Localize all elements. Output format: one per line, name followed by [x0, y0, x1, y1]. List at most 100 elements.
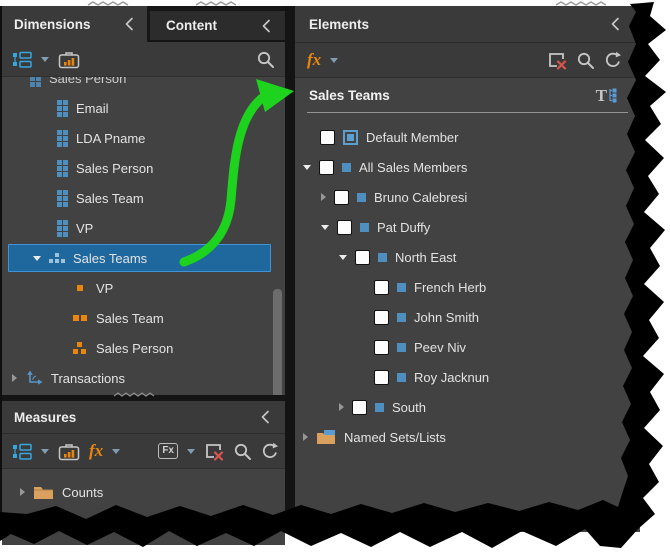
tree-view-icon[interactable] — [12, 51, 32, 68]
tab-content[interactable]: Content — [150, 11, 285, 42]
member-checkbox[interactable] — [374, 280, 389, 295]
collapse-chevron-icon[interactable] — [261, 410, 270, 424]
expanded-caret-icon[interactable] — [321, 225, 329, 230]
fx-folder-dropdown-icon[interactable] — [187, 449, 195, 454]
partially-visible-item[interactable]: Sales Person — [2, 77, 285, 93]
tree-item-lda-pname[interactable]: LDA Pname — [2, 123, 285, 153]
member-row-john-smith[interactable]: John Smith — [295, 302, 640, 332]
member-icon — [360, 223, 369, 232]
tree-item-named-sets-lists[interactable]: Named Sets/Lists — [295, 422, 640, 452]
member-row-roy-jacknun[interactable]: Roy Jacknun — [295, 362, 640, 392]
measures-toolbar: fx Fx — [2, 434, 285, 469]
collapse-chevron-icon[interactable] — [262, 19, 271, 33]
folder-icon — [33, 515, 54, 530]
dimensions-toolbar — [2, 42, 285, 77]
panel-separator — [2, 395, 285, 401]
tree-view-icon[interactable] — [12, 443, 32, 460]
elements-panel: Elements fx Sales Teams T — [295, 6, 640, 532]
clear-selection-icon[interactable] — [204, 442, 224, 461]
search-icon[interactable] — [576, 51, 595, 70]
collapsed-caret-icon[interactable] — [321, 193, 326, 201]
fx-formula-icon[interactable]: fx — [307, 51, 321, 68]
elements-toolbar: fx — [295, 43, 640, 78]
expanded-caret-icon[interactable] — [303, 165, 311, 170]
collapse-chevron-icon[interactable] — [125, 17, 134, 31]
member-icon — [397, 313, 406, 322]
elements-title: Elements — [309, 17, 369, 32]
member-checkbox[interactable] — [337, 220, 352, 235]
measures-folder-financials[interactable]: Financials — [2, 507, 285, 537]
measures-title: Measures — [14, 410, 76, 425]
panel-divider[interactable] — [285, 6, 295, 532]
member-checkbox[interactable] — [320, 130, 335, 145]
collapsed-caret-icon[interactable] — [20, 518, 25, 526]
attribute-icon — [57, 100, 68, 117]
member-checkbox[interactable] — [352, 400, 367, 415]
refresh-icon[interactable] — [261, 442, 279, 460]
member-checkbox[interactable] — [374, 370, 389, 385]
member-checkbox[interactable] — [374, 310, 389, 325]
collapsed-caret-icon[interactable] — [303, 433, 308, 441]
tree-item-level-sales-person[interactable]: Sales Person — [2, 333, 285, 363]
member-icon — [397, 373, 406, 382]
collapsed-caret-icon[interactable] — [12, 374, 17, 382]
member-row-peev-niv[interactable]: Peev Niv — [295, 332, 640, 362]
attribute-icon — [57, 220, 68, 237]
member-icon — [357, 193, 366, 202]
tree-item-level-vp[interactable]: VP — [2, 273, 285, 303]
level-icon — [72, 285, 88, 291]
measures-header: Measures — [2, 401, 285, 434]
tree-item-sales-teams-selected[interactable]: Sales Teams — [8, 244, 271, 272]
tree-item-vp[interactable]: VP — [2, 213, 285, 243]
member-icon — [397, 283, 406, 292]
expanded-caret-icon[interactable] — [339, 255, 347, 260]
fx-folder-icon[interactable]: Fx — [158, 443, 178, 459]
tree-view-dropdown-icon[interactable] — [41, 57, 49, 62]
tab-dimensions[interactable]: Dimensions — [2, 6, 147, 42]
left-panel: Dimensions Content — [0, 6, 285, 532]
member-row-default-member[interactable]: Default Member — [295, 122, 640, 152]
collapsed-caret-icon[interactable] — [339, 403, 344, 411]
panel-tabs: Dimensions Content — [2, 6, 285, 42]
search-icon[interactable] — [256, 50, 275, 69]
member-row-south[interactable]: South — [295, 392, 640, 422]
member-checkbox[interactable] — [374, 340, 389, 355]
member-row-pat-duffy[interactable]: Pat Duffy — [295, 212, 640, 242]
tree-item-sales-person[interactable]: Sales Person — [2, 153, 285, 183]
search-icon[interactable] — [233, 442, 252, 461]
hierarchy-icon — [49, 253, 65, 263]
member-row-all-sales-members[interactable]: All Sales Members — [295, 152, 640, 182]
member-checkbox[interactable] — [334, 190, 349, 205]
attribute-icon — [57, 160, 68, 177]
hierarchy-title-bar: Sales Teams T — [295, 78, 640, 112]
member-row-french-herb[interactable]: French Herb — [295, 272, 640, 302]
folder-icon — [33, 485, 54, 500]
scrollbar-thumb[interactable] — [273, 289, 282, 395]
member-row-north-east[interactable]: North East — [295, 242, 640, 272]
tree-item-level-sales-team[interactable]: Sales Team — [2, 303, 285, 333]
fx-formula-icon[interactable]: fx — [89, 442, 103, 459]
member-checkbox[interactable] — [355, 250, 370, 265]
refresh-icon[interactable] — [604, 51, 622, 69]
tree-item-sales-team[interactable]: Sales Team — [2, 183, 285, 213]
tree-item-transactions[interactable]: Transactions — [2, 363, 285, 393]
expanded-caret-icon[interactable] — [33, 256, 41, 261]
measure-case-icon[interactable] — [58, 50, 80, 69]
collapsed-caret-icon[interactable] — [20, 488, 25, 496]
caption-mode-icon[interactable]: T — [596, 87, 618, 104]
measures-tree: Counts Financials — [2, 469, 285, 545]
elements-tree: Default Member All Sales Members Bruno C… — [295, 113, 640, 452]
member-checkbox[interactable] — [319, 160, 334, 175]
fx-dropdown-icon[interactable] — [330, 58, 338, 63]
fx-dropdown-icon[interactable] — [112, 449, 120, 454]
member-row-bruno-calebresi[interactable]: Bruno Calebresi — [295, 182, 640, 212]
clear-selection-icon[interactable] — [547, 51, 567, 70]
elements-header: Elements — [295, 6, 640, 43]
measures-folder-counts[interactable]: Counts — [2, 477, 285, 507]
tree-view-dropdown-icon[interactable] — [41, 449, 49, 454]
tree-item-email[interactable]: Email — [2, 93, 285, 123]
member-icon — [397, 343, 406, 352]
member-icon — [342, 163, 351, 172]
collapse-chevron-icon[interactable] — [611, 17, 620, 31]
measure-case-icon[interactable] — [58, 442, 80, 461]
